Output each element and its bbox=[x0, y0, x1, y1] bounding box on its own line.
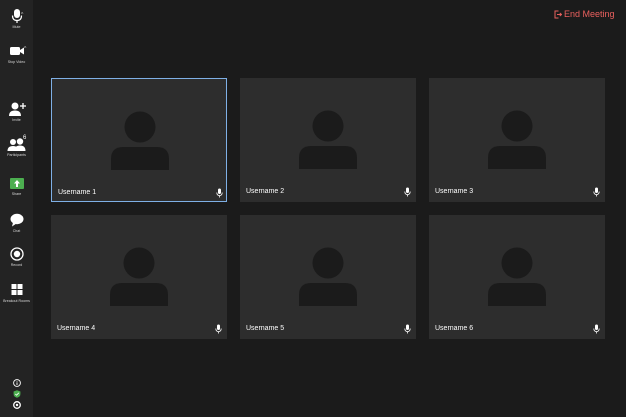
add-user-icon bbox=[8, 101, 26, 117]
mute-label: Mute bbox=[12, 25, 21, 29]
breakout-rooms-icon bbox=[10, 282, 24, 298]
participant-name: Username 1 bbox=[58, 189, 97, 196]
microphone-icon[interactable] bbox=[593, 187, 600, 197]
chat-button[interactable]: Chat bbox=[0, 212, 33, 234]
sidebar-bottom-icons bbox=[0, 374, 33, 409]
microphone-icon[interactable] bbox=[216, 188, 223, 198]
video-tile-5[interactable]: Username 5 bbox=[240, 215, 416, 339]
record-label: Record bbox=[10, 263, 23, 267]
participant-avatar-icon bbox=[110, 247, 168, 306]
record-button[interactable]: Record bbox=[0, 246, 33, 268]
mute-options-chevron-icon[interactable]: ^ bbox=[21, 13, 23, 18]
participant-name: Username 2 bbox=[246, 188, 285, 195]
stop-video-button[interactable]: ^ Stop Video bbox=[0, 43, 33, 65]
video-tile-3[interactable]: Username 3 bbox=[429, 78, 605, 202]
video-tile-1[interactable]: Username 1 bbox=[51, 78, 227, 202]
end-meeting-button[interactable]: End Meeting bbox=[554, 8, 615, 20]
microphone-icon[interactable] bbox=[404, 187, 411, 197]
mute-button[interactable]: ^ Mute bbox=[0, 8, 33, 30]
share-button[interactable]: Share bbox=[0, 176, 33, 197]
settings-icon[interactable] bbox=[12, 396, 21, 409]
info-icon[interactable] bbox=[12, 374, 21, 387]
invite-button[interactable]: Invite bbox=[0, 101, 33, 123]
participant-avatar-icon bbox=[299, 110, 357, 169]
participant-name: Username 3 bbox=[435, 188, 474, 195]
participants-label: Participants bbox=[7, 153, 26, 157]
video-tile-2[interactable]: Username 2 bbox=[240, 78, 416, 202]
participant-name: Username 6 bbox=[435, 325, 474, 332]
meeting-window: ^ Mute ^ Stop Video Invite 6 Participant… bbox=[0, 0, 626, 417]
chat-bubble-icon bbox=[10, 212, 24, 228]
video-tile-6[interactable]: Username 6 bbox=[429, 215, 605, 339]
stop-video-label: Stop Video bbox=[7, 60, 26, 64]
exit-icon bbox=[554, 10, 562, 18]
breakout-rooms-label: Breakout Rooms bbox=[3, 299, 30, 303]
participant-avatar-icon bbox=[488, 247, 546, 306]
participant-avatar-icon bbox=[299, 247, 357, 306]
chat-label: Chat bbox=[12, 229, 21, 233]
participant-avatar-icon bbox=[488, 110, 546, 169]
participant-name: Username 4 bbox=[57, 325, 96, 332]
microphone-icon[interactable] bbox=[593, 324, 600, 334]
video-tile-4[interactable]: Username 4 bbox=[51, 215, 227, 339]
sidebar: ^ Mute ^ Stop Video Invite 6 Participant… bbox=[0, 0, 33, 417]
video-camera-icon bbox=[9, 43, 25, 59]
microphone-icon[interactable] bbox=[215, 324, 222, 334]
video-options-chevron-icon[interactable]: ^ bbox=[24, 47, 26, 52]
security-shield-icon[interactable] bbox=[13, 385, 21, 398]
breakout-rooms-button[interactable]: Breakout Rooms bbox=[0, 282, 33, 304]
invite-label: Invite bbox=[12, 118, 21, 122]
share-screen-icon bbox=[9, 178, 24, 189]
share-label: Share bbox=[11, 192, 22, 196]
participant-name: Username 5 bbox=[246, 325, 285, 332]
end-meeting-label: End Meeting bbox=[564, 9, 615, 19]
microphone-icon[interactable] bbox=[404, 324, 411, 334]
record-icon bbox=[9, 246, 24, 262]
participants-count-badge: 6 bbox=[23, 135, 27, 141]
participant-avatar-icon bbox=[111, 111, 169, 170]
participants-button[interactable]: 6 Participants bbox=[0, 135, 33, 158]
